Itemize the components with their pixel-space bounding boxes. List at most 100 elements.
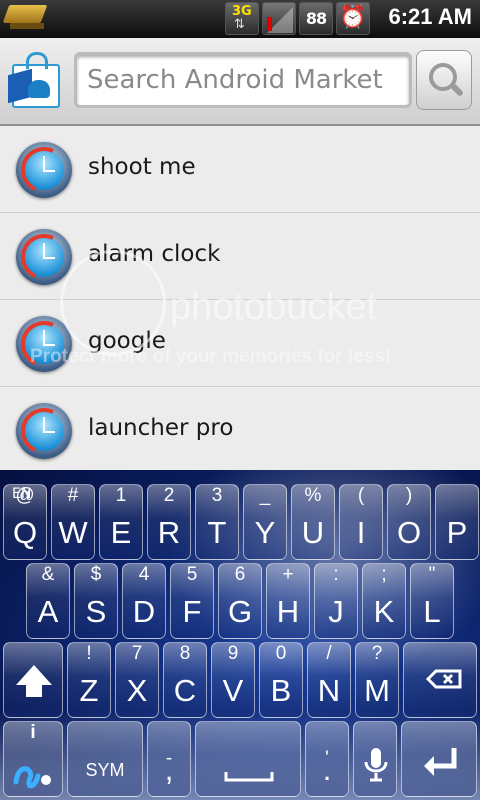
key-alt-label: ! (86, 643, 92, 664)
key-label: V (222, 673, 244, 708)
key-alt-label: ? (371, 643, 383, 664)
key-alt-label: 3 (211, 485, 223, 506)
key-alt-label: ) (405, 485, 413, 506)
key-f[interactable]: 5F (170, 563, 214, 639)
market-header (0, 38, 480, 126)
key-alt-label: ( (357, 485, 365, 506)
key-j[interactable]: :J (314, 563, 358, 639)
key-u[interactable]: % U (291, 484, 335, 560)
key-label: G (227, 594, 253, 629)
space-key[interactable] (195, 721, 301, 797)
key-label: N (317, 673, 341, 708)
alarm-clock-icon: ⏰ (336, 2, 370, 35)
notification-laptop-icon[interactable] (2, 3, 48, 33)
battery-icon: 88 (299, 2, 333, 35)
enter-key[interactable] (401, 721, 477, 797)
list-item[interactable]: launcher pro (0, 387, 480, 474)
key-label: A (37, 594, 59, 629)
key-k[interactable]: ; K (362, 563, 406, 639)
key-y[interactable]: _ Y (243, 484, 287, 560)
key-label: M (364, 673, 390, 708)
key-g[interactable]: 6G (218, 563, 262, 639)
key-l[interactable]: " L (410, 563, 454, 639)
soft-keyboard: EN @Q #W 1E 2R 3T _Y %U (I )O P &A $S 4D… (0, 470, 480, 800)
key-b[interactable]: 0B (259, 642, 303, 718)
key-x[interactable]: 7X (115, 642, 159, 718)
key-label: . (322, 752, 332, 787)
key-alt-label: 2 (163, 485, 175, 506)
list-item[interactable]: shoot me (0, 126, 480, 213)
key-alt-label: + (282, 564, 294, 585)
key-label: F (182, 594, 202, 629)
list-item-label: launcher pro (88, 415, 234, 441)
shift-arrow-icon (16, 665, 52, 697)
key-w[interactable]: # W (51, 484, 95, 560)
list-item-label: google (88, 328, 166, 354)
key-v[interactable]: 9V (211, 642, 255, 718)
list-item-label: alarm clock (88, 241, 221, 267)
key-t[interactable]: 3T (195, 484, 239, 560)
key-m[interactable]: ? M (355, 642, 399, 718)
mic-key[interactable] (353, 721, 397, 797)
key-alt-label: & (41, 564, 55, 585)
clock-icon (14, 314, 74, 374)
list-item-label: shoot me (88, 154, 196, 180)
battery-readout: 88 (305, 9, 327, 28)
key-label: Q (12, 515, 38, 550)
search-button[interactable] (416, 50, 472, 110)
sym-key[interactable]: SYM (67, 721, 143, 797)
key-label: B (270, 673, 292, 708)
key-label: T (207, 515, 227, 550)
key-i[interactable]: (I (339, 484, 383, 560)
key-label: K (373, 594, 395, 629)
key-a[interactable]: & A (26, 563, 70, 639)
key-o[interactable]: ) O (387, 484, 431, 560)
key-period[interactable]: '. (305, 721, 349, 797)
key-h[interactable]: + H (266, 563, 310, 639)
key-alt-label: % (304, 485, 322, 506)
key-r[interactable]: 2R (147, 484, 191, 560)
key-z[interactable]: ! Z (67, 642, 111, 718)
key-label: R (157, 515, 181, 550)
key-alt-label: " (428, 564, 436, 585)
key-label: P (446, 515, 468, 550)
market-logo-icon[interactable] (8, 50, 62, 112)
key-alt-label: 4 (138, 564, 150, 585)
settings-swype-key[interactable]: i (3, 721, 63, 797)
key-alt-label: $ (90, 564, 102, 585)
list-item[interactable]: google (0, 300, 480, 387)
key-label: E (110, 515, 132, 550)
shift-key[interactable] (3, 642, 63, 718)
key-alt-label: ; (381, 564, 387, 585)
key-q[interactable]: @ Q (3, 484, 47, 560)
key-alt-label: 1 (115, 485, 127, 506)
key-label: H (276, 594, 300, 629)
key-label: S (85, 594, 107, 629)
search-input[interactable] (74, 52, 412, 108)
key-label: Y (254, 515, 276, 550)
key-alt-label: 9 (227, 643, 239, 664)
key-n[interactable]: / N (307, 642, 351, 718)
delete-key[interactable] (403, 642, 477, 718)
key-label: X (126, 673, 148, 708)
key-d[interactable]: 4D (122, 563, 166, 639)
key-label: O (396, 515, 422, 550)
network-3g-icon: 3G ⇅ (225, 2, 259, 35)
key-alt-label: / (326, 643, 332, 664)
key-label: , (164, 752, 174, 787)
key-label: I (356, 515, 366, 550)
key-label: U (301, 515, 325, 550)
signal-strength-icon (262, 2, 296, 35)
list-item[interactable]: alarm clock (0, 213, 480, 300)
key-p[interactable]: P (435, 484, 479, 560)
key-alt-label: 0 (275, 643, 287, 664)
key-c[interactable]: 8C (163, 642, 207, 718)
key-alt-label: 5 (186, 564, 198, 585)
key-label: D (132, 594, 156, 629)
key-label: W (58, 515, 88, 550)
clock-icon (14, 401, 74, 461)
key-s[interactable]: $ S (74, 563, 118, 639)
key-e[interactable]: 1E (99, 484, 143, 560)
key-comma[interactable]: -, (147, 721, 191, 797)
key-label: L (423, 594, 441, 629)
